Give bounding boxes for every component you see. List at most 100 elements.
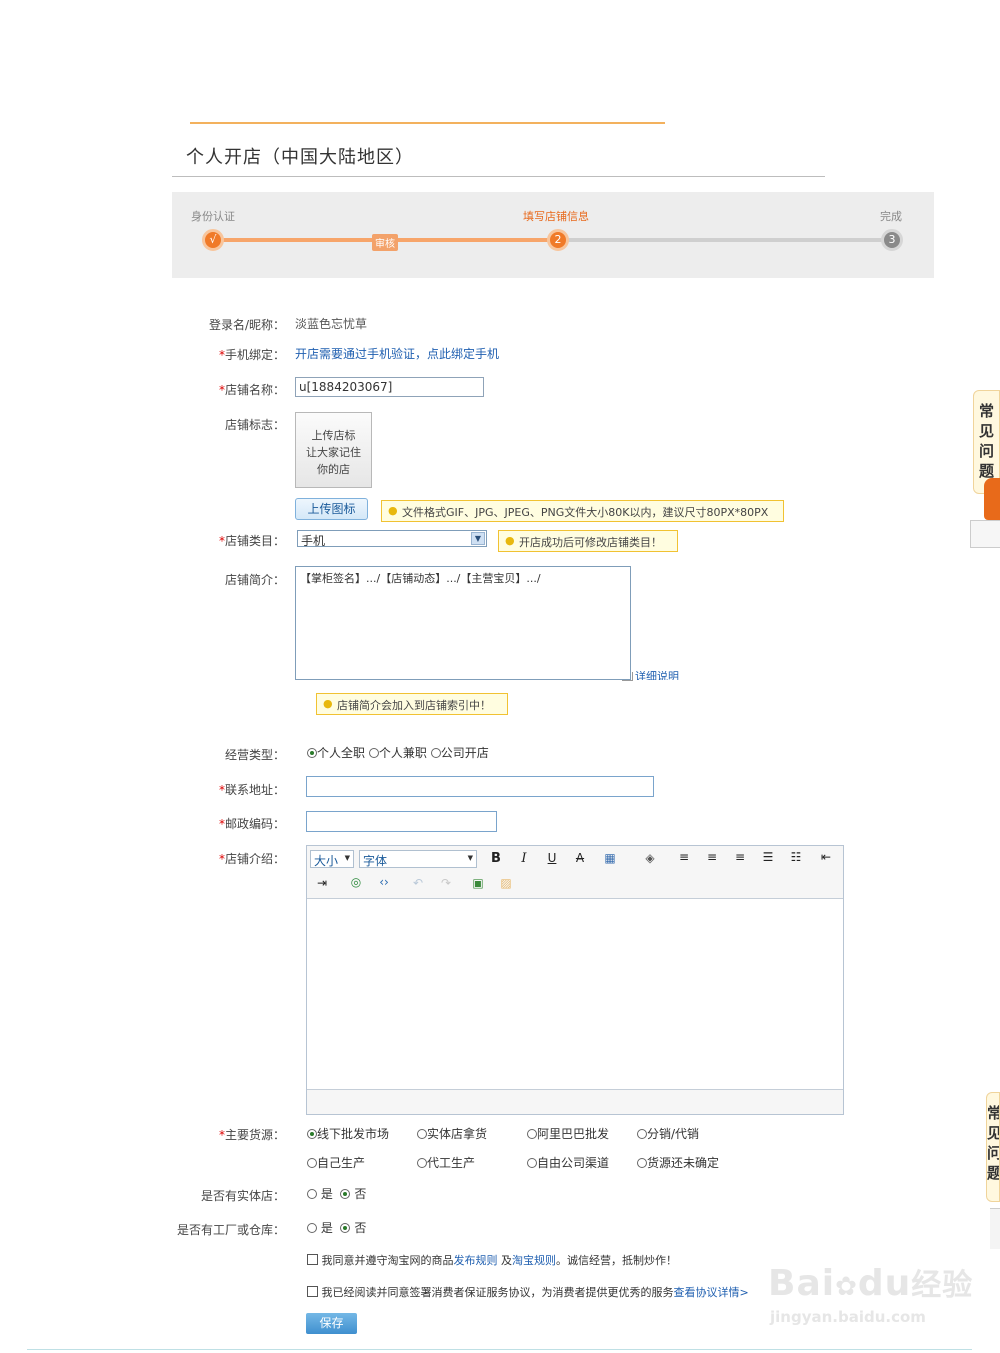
clear-format-icon[interactable]: ▨ [497,876,515,890]
category-label: *店铺类目： [218,534,285,548]
radio-source-5[interactable] [417,1158,427,1168]
undo-icon[interactable]: ↶ [409,876,427,890]
agreement-details-link[interactable]: 查看协议详情> [674,1286,749,1299]
watermark-url: jingyan.baidu.com [770,1308,926,1326]
bold-icon[interactable]: B [487,851,505,866]
indent-icon[interactable]: ⇥ [313,876,331,890]
align-left-icon[interactable]: ≡ [675,850,693,864]
radio-company[interactable] [430,748,441,758]
font-size-value: 大小 [314,854,339,868]
address-label: *联系地址： [218,783,285,797]
table-icon[interactable]: ▦ [601,851,619,865]
radio-source-1[interactable] [417,1129,427,1139]
agreement-consumer: 我已经阅读并同意签署消费者保证服务协议，为消费者提供更优秀的服务查看协议详情> [307,1284,749,1300]
logo-upload-box[interactable]: 上传店标 让大家记住 你的店 [295,412,372,488]
phone-label: *手机绑定： [218,348,285,362]
step-number-3: 3 [881,229,903,251]
intro-detail-link[interactable]: 详细说明 [635,671,679,680]
numbered-list-icon[interactable]: ☷ [787,850,805,864]
image-icon[interactable]: ▣ [469,876,487,890]
category-tip-text: 开店成功后可修改店铺类目！ [519,536,662,549]
italic-icon[interactable]: I [515,851,533,866]
category-tip: ● 开店成功后可修改店铺类目！ [498,530,678,552]
radio-source-7[interactable] [637,1158,647,1168]
link-icon[interactable]: ◎ [347,875,365,889]
underline-icon[interactable]: U [543,851,561,865]
step-number-2: 2 [547,229,569,251]
source-option-6: 自由公司渠道 [527,1154,609,1171]
source-option-7: 货源还未确定 [637,1154,719,1171]
intro-tip-text: 店铺简介会加入到店铺索引中！ [337,699,491,712]
address-input[interactable] [306,776,654,797]
taobao-rules-link[interactable]: 淘宝规则 [512,1254,556,1267]
mascot-icon [984,478,1000,520]
publish-rules-link[interactable]: 发布规则 [454,1254,498,1267]
source-option-4: 自己生产 [307,1154,365,1171]
save-button[interactable]: 保存 [306,1313,357,1334]
code-icon[interactable]: ‹› [375,875,393,889]
rich-text-editor: 大小 ▼ 字体 ▼ B I U A ▦ ◈ ≡ ≡ ≡ ☰ ☷ ⇤ ⇥ ◎ ‹›… [306,845,844,1115]
title-underline [172,176,825,177]
radio-store-yes[interactable] [307,1189,317,1199]
paw-icon: ✿ [835,1272,858,1302]
radio-source-2[interactable] [527,1129,537,1139]
agreement-rules: 我同意并遵守淘宝网的商品发布规则 及淘宝规则。诚信经营，抵制炒作！ [307,1252,677,1268]
faq-tab-bottom[interactable]: 常 见 问 题 [986,1092,1000,1202]
postcode-input[interactable] [306,811,497,832]
editor-content-area[interactable] [307,898,843,1090]
shop-name-label: *店铺名称： [218,383,285,397]
intro-textarea[interactable]: 【掌柜签名】.../【店铺动态】.../【主营宝贝】.../ [295,566,631,680]
upload-box-line3: 你的店 [317,463,350,476]
align-right-icon[interactable]: ≡ [731,850,749,864]
radio-source-3[interactable] [637,1129,647,1139]
shop-name-input[interactable]: u[1884203067] [295,377,484,397]
step-check-icon: √ [202,229,224,251]
radio-store-no[interactable] [340,1189,351,1199]
option-company: 公司开店 [440,746,489,760]
source-option-2: 阿里巴巴批发 [527,1125,609,1142]
radio-fulltime[interactable] [307,748,317,758]
progress-line-todo [557,238,892,242]
radio-source-4[interactable] [307,1158,317,1168]
font-family-select[interactable]: 字体 ▼ [359,850,477,868]
radio-factory-no[interactable] [340,1223,351,1233]
bind-phone-link[interactable]: 开店需要通过手机验证，点此绑定手机 [295,345,499,362]
category-select[interactable]: 手机 ▼ [297,530,487,548]
step-label-identity: 身份认证 [191,210,235,223]
step-label-done: 完成 [880,210,902,223]
radio-source-0[interactable] [307,1129,317,1139]
radio-source-6[interactable] [527,1158,537,1168]
footer-divider [27,1349,972,1350]
align-center-icon[interactable]: ≡ [703,850,721,864]
radio-parttime[interactable] [368,748,379,758]
upload-box-line1: 上传店标 [311,429,356,442]
mascot-base-bottom [990,1208,1000,1249]
upload-logo-button[interactable]: 上传图标 [295,498,368,520]
factory-options: 是 否 [307,1219,366,1236]
source-option-3: 分销/代销 [637,1125,699,1142]
source-option-0: 线下批发市场 [307,1125,389,1142]
business-type-label: 经营类型： [224,748,285,762]
bulb-icon: ● [323,697,333,710]
agree-rules-checkbox[interactable] [307,1254,318,1265]
chevron-down-icon: ▼ [344,854,350,862]
login-value: 淡蓝色忘忧草 [295,317,368,331]
outdent-icon[interactable]: ⇤ [817,850,835,864]
source-option-1: 实体店拿货 [417,1125,487,1142]
logo-format-tip-text: 文件格式GIF、JPG、JPEG、PNG文件大小80K以内，建议尺寸80PX*8… [402,506,769,519]
bullet-list-icon[interactable]: ☰ [759,850,777,864]
redo-icon[interactable]: ↷ [437,876,455,890]
intro-label: 店铺简介： [224,573,285,587]
step-badge-review: 审核 [372,234,398,251]
radio-factory-yes[interactable] [307,1223,317,1233]
font-family-value: 字体 [363,854,388,868]
agree-consumer-checkbox[interactable] [307,1286,318,1297]
font-size-select[interactable]: 大小 ▼ [310,850,354,868]
resize-handle-icon[interactable] [622,672,633,681]
bulb-icon: ● [388,504,398,517]
intro-tip: ● 店铺简介会加入到店铺索引中！ [316,693,508,715]
logo-format-tip: ● 文件格式GIF、JPG、JPEG、PNG文件大小80K以内，建议尺寸80PX… [381,500,784,522]
physical-store-options: 是 否 [307,1185,366,1202]
fill-color-icon[interactable]: ◈ [641,851,659,865]
strikethrough-icon[interactable]: A [571,851,589,865]
